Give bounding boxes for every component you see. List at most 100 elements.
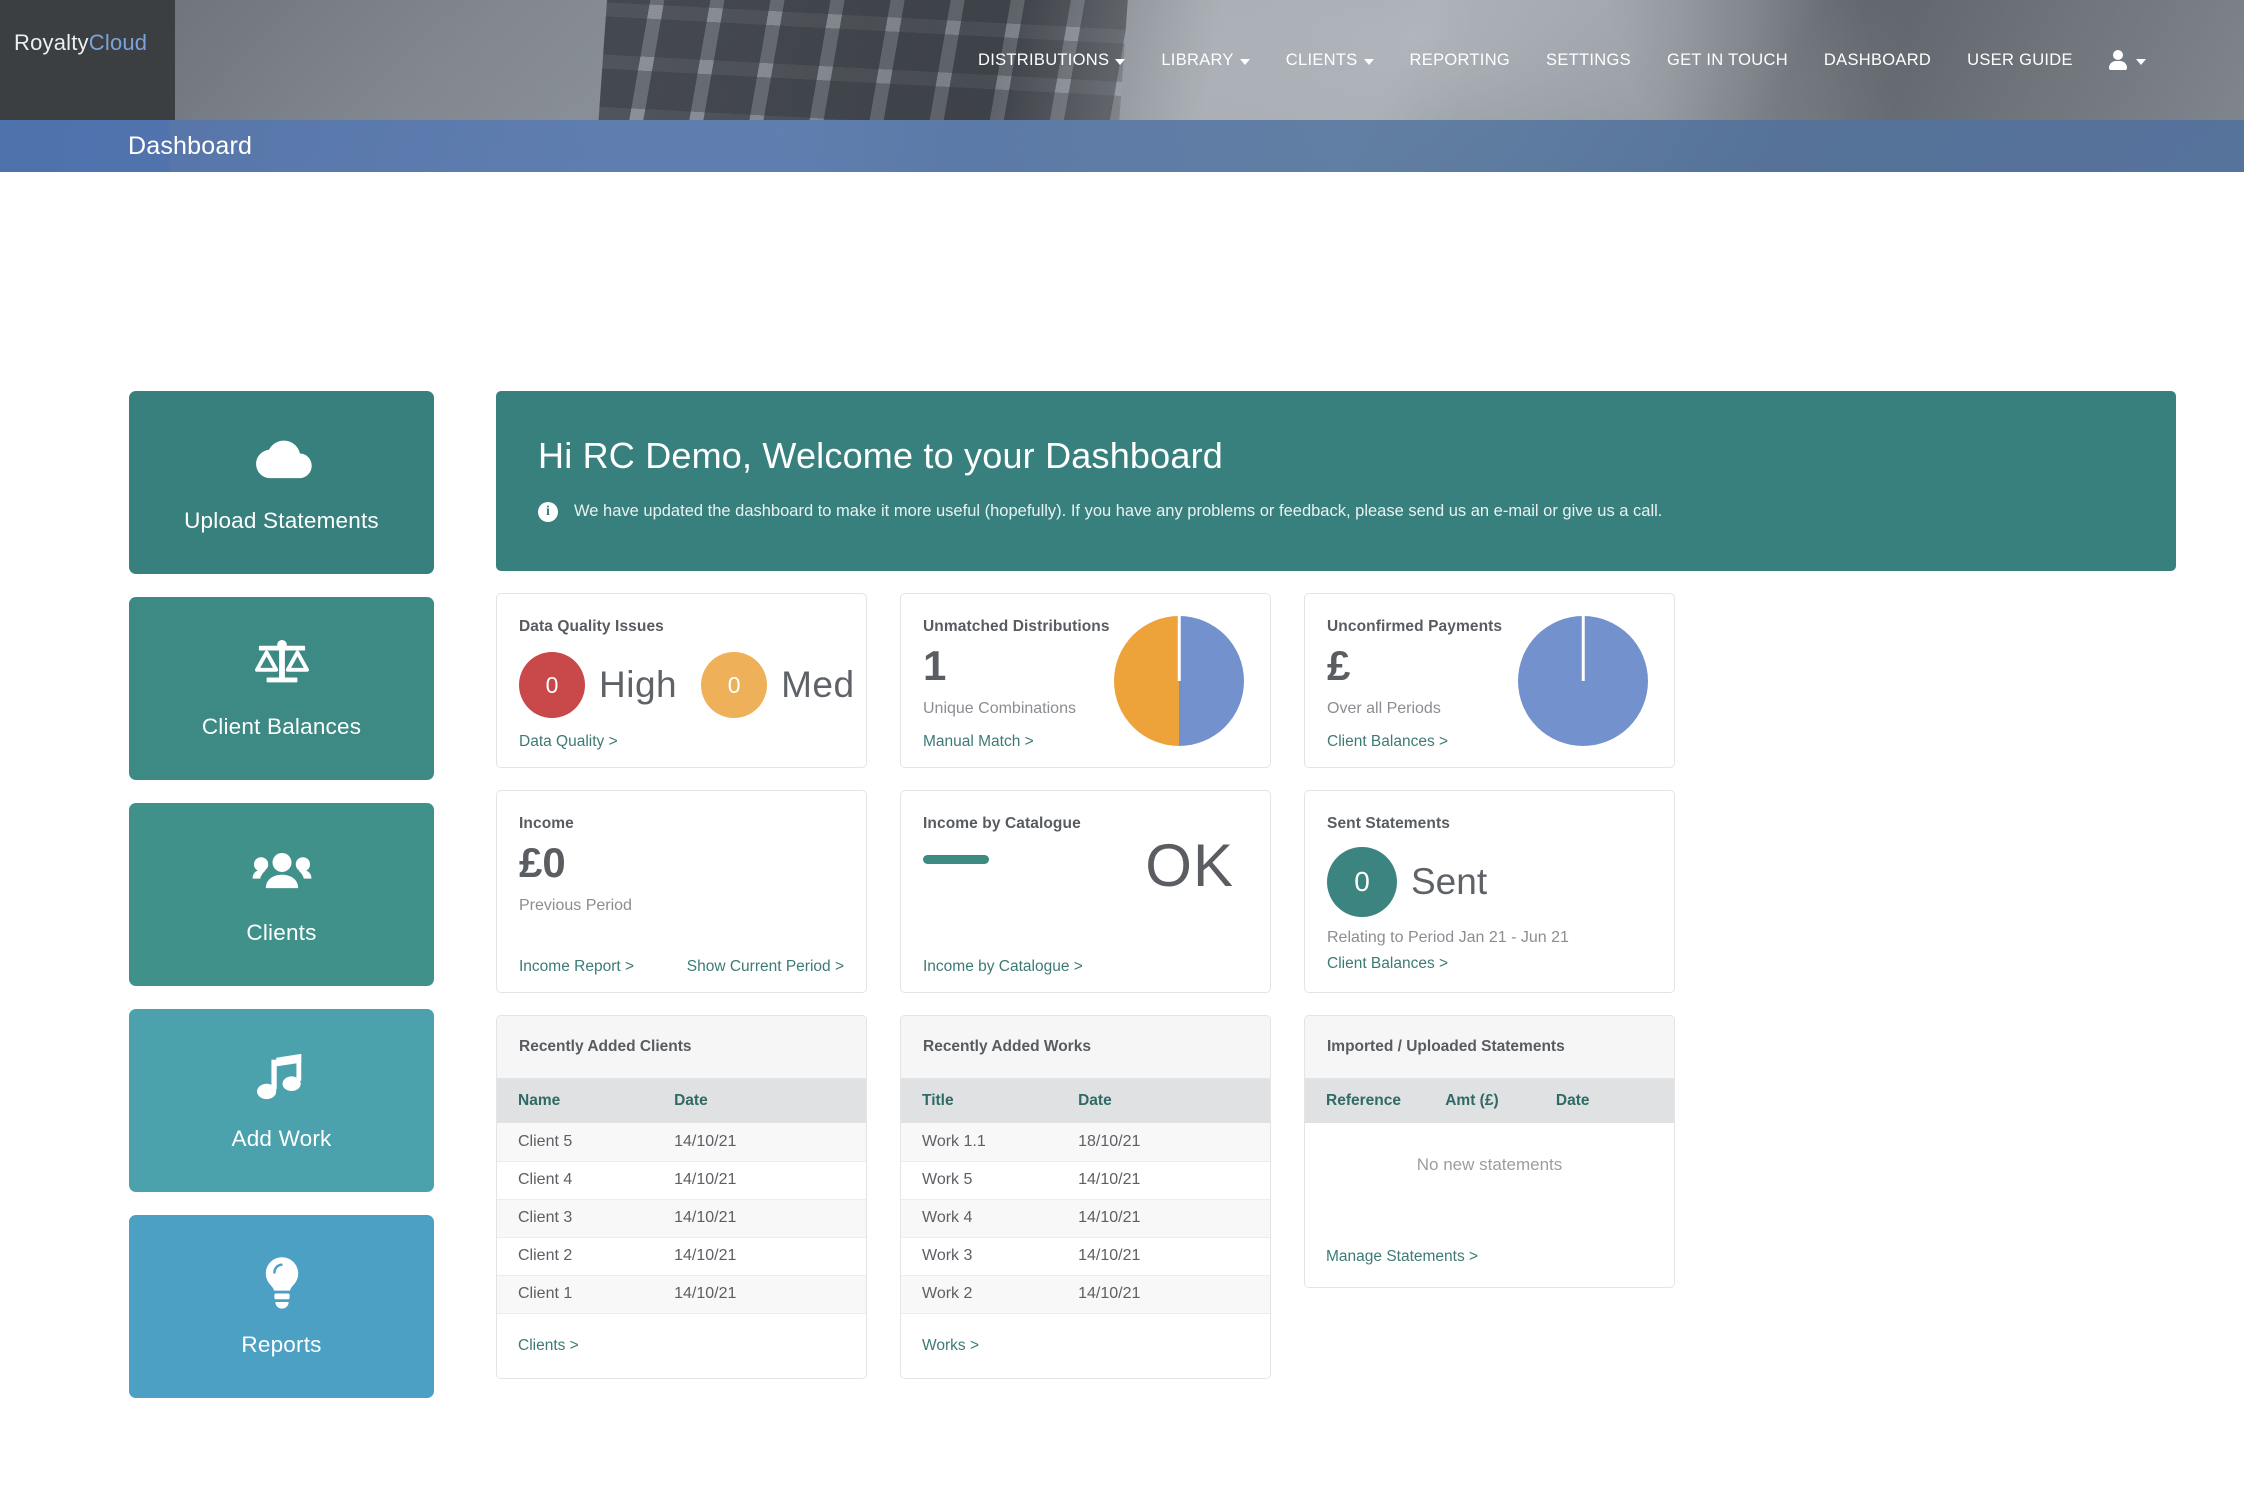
nav-item-label: DASHBOARD — [1823, 50, 1932, 69]
table-header-row: Reference Amt (£) Date — [1305, 1079, 1674, 1123]
cell-name: Client 1 — [497, 1275, 675, 1314]
nav-item-dashboard[interactable]: DASHBOARD — [1806, 43, 1949, 78]
card-title: Data Quality Issues — [519, 618, 664, 635]
cell-title: Work 2 — [901, 1275, 1079, 1314]
income-by-catalogue-link[interactable]: Income by Catalogue > — [923, 958, 1083, 976]
table-card-footer: Clients > — [497, 1313, 866, 1378]
sidebar-item-label: Reports — [241, 1331, 322, 1357]
nav-item-label: CLIENTS — [1285, 50, 1358, 69]
nav-item-distributions[interactable]: DISTRIBUTIONS — [960, 43, 1143, 78]
nav-item-user-guide[interactable]: USER GUIDE — [1949, 43, 2091, 78]
user-account-menu[interactable] — [2091, 42, 2160, 78]
sidebar-item-label: Clients — [246, 919, 317, 945]
nav-item-label: LIBRARY — [1161, 50, 1234, 69]
nav-item-reporting[interactable]: REPORTING — [1392, 43, 1529, 78]
sent-count-badge: 0 — [1327, 847, 1397, 917]
card-unmatched-distributions: Unmatched Distributions 1 Unique Combina… — [900, 593, 1271, 768]
column-header-title: Title — [901, 1079, 1079, 1123]
sidebar-item-client-balances[interactable]: Client Balances — [129, 597, 434, 780]
cell-title: Work 1.1 — [901, 1123, 1079, 1162]
cell-name: Client 5 — [497, 1123, 675, 1162]
brand-name-part1: Royalty — [14, 30, 89, 55]
data-quality-counters: 0 High 0 Med — [519, 652, 854, 718]
quick-action-sidebar: Upload Statements Client Balances Client… — [129, 391, 434, 1398]
table-row[interactable]: Client 2 14/10/21 — [497, 1237, 866, 1276]
table-row[interactable]: Client 4 14/10/21 — [497, 1161, 866, 1200]
data-quality-med: 0 Med — [701, 652, 854, 718]
high-label: High — [599, 664, 678, 705]
chevron-down-icon — [1239, 58, 1250, 65]
nav-item-library[interactable]: LIBRARY — [1143, 43, 1267, 78]
income-report-link[interactable]: Income Report > — [519, 958, 634, 976]
welcome-note-text: We have updated the dashboard to make it… — [574, 502, 1663, 520]
card-footer: Data Quality > — [519, 733, 844, 751]
med-label: Med — [781, 664, 855, 705]
welcome-heading: Hi RC Demo, Welcome to your Dashboard — [538, 435, 1223, 476]
welcome-banner: Hi RC Demo, Welcome to your Dashboard i … — [496, 391, 2176, 571]
cell-name: Client 3 — [497, 1199, 675, 1238]
pie-divider — [1177, 616, 1181, 681]
card-title: Sent Statements — [1327, 815, 1450, 832]
recent-clients-table: Name Date Client 5 14/10/21 Client 4 14/… — [497, 1079, 866, 1314]
works-link[interactable]: Works > — [922, 1337, 979, 1355]
table-row[interactable]: Work 5 14/10/21 — [901, 1161, 1270, 1200]
chevron-down-icon — [2135, 58, 2146, 65]
sidebar-item-add-work[interactable]: Add Work — [129, 1009, 434, 1192]
column-header-amount: Amt (£) — [1445, 1079, 1556, 1123]
table-row[interactable]: Client 1 14/10/21 — [497, 1275, 866, 1314]
manual-match-link[interactable]: Manual Match > — [923, 733, 1034, 751]
brand-name-part2: Cloud — [88, 30, 148, 55]
cell-date: 14/10/21 — [1078, 1161, 1270, 1200]
table-row[interactable]: Client 3 14/10/21 — [497, 1199, 866, 1238]
income-value: £0 — [519, 839, 566, 886]
table-row[interactable]: Work 2 14/10/21 — [901, 1275, 1270, 1314]
page-title: Dashboard — [128, 132, 253, 160]
unmatched-pie-chart — [1114, 616, 1244, 746]
card-footer: Income Report > Show Current Period > — [519, 958, 844, 976]
data-quality-link[interactable]: Data Quality > — [519, 733, 618, 751]
card-title: Income — [519, 815, 574, 832]
manage-statements-link[interactable]: Manage Statements > — [1326, 1248, 1478, 1266]
card-income: Income £0 Previous Period Income Report … — [496, 790, 867, 993]
sidebar-item-reports[interactable]: Reports — [129, 1215, 434, 1398]
nav-item-get-in-touch[interactable]: GET IN TOUCH — [1649, 43, 1806, 78]
table-row[interactable]: Client 5 14/10/21 — [497, 1123, 866, 1162]
card-title: Recently Added Clients — [519, 1038, 692, 1055]
header-logo-plate — [0, 0, 175, 120]
table-header-row: Title Date — [901, 1079, 1270, 1123]
card-income-by-catalogue: Income by Catalogue OK Income by Catalog… — [900, 790, 1271, 993]
top-header: RoyaltyCloud DISTRIBUTIONS LIBRARY CLIEN… — [0, 0, 2244, 120]
card-footer: Client Balances > — [1327, 733, 1652, 751]
nav-item-label: DISTRIBUTIONS — [978, 50, 1110, 69]
cell-date: 18/10/21 — [1078, 1123, 1270, 1162]
cell-name: Client 4 — [497, 1161, 675, 1200]
client-balances-link[interactable]: Client Balances > — [1327, 733, 1448, 751]
statements-empty-state: No new statements — [1305, 1123, 1674, 1227]
card-title: Recently Added Works — [923, 1038, 1091, 1055]
cell-title: Work 4 — [901, 1199, 1079, 1238]
table-card-footer: Works > — [901, 1313, 1270, 1378]
sidebar-item-upload-statements[interactable]: Upload Statements — [129, 391, 434, 574]
med-count-badge: 0 — [701, 652, 768, 718]
column-header-name: Name — [497, 1079, 675, 1123]
welcome-note: i We have updated the dashboard to make … — [538, 501, 2134, 522]
cell-date: 14/10/21 — [1078, 1199, 1270, 1238]
nav-item-settings[interactable]: SETTINGS — [1528, 43, 1649, 78]
dashboard-main: Hi RC Demo, Welcome to your Dashboard i … — [496, 391, 2176, 1379]
cell-date: 14/10/21 — [674, 1123, 866, 1162]
table-row[interactable]: Work 3 14/10/21 — [901, 1237, 1270, 1276]
brand-logo[interactable]: RoyaltyCloud — [14, 30, 147, 56]
people-group-icon — [251, 844, 313, 898]
column-header-date: Date — [1078, 1079, 1270, 1123]
sidebar-item-clients[interactable]: Clients — [129, 803, 434, 986]
clients-link[interactable]: Clients > — [518, 1337, 579, 1355]
cell-date: 14/10/21 — [674, 1275, 866, 1314]
sent-client-balances-link[interactable]: Client Balances > — [1327, 955, 1448, 973]
table-row[interactable]: Work 4 14/10/21 — [901, 1199, 1270, 1238]
income-sublabel: Previous Period — [519, 897, 632, 915]
info-circle-icon: i — [538, 502, 558, 522]
show-current-period-link[interactable]: Show Current Period > — [687, 958, 844, 976]
card-footer: Manual Match > — [923, 733, 1248, 751]
nav-item-clients[interactable]: CLIENTS — [1268, 43, 1392, 78]
table-row[interactable]: Work 1.1 18/10/21 — [901, 1123, 1270, 1162]
